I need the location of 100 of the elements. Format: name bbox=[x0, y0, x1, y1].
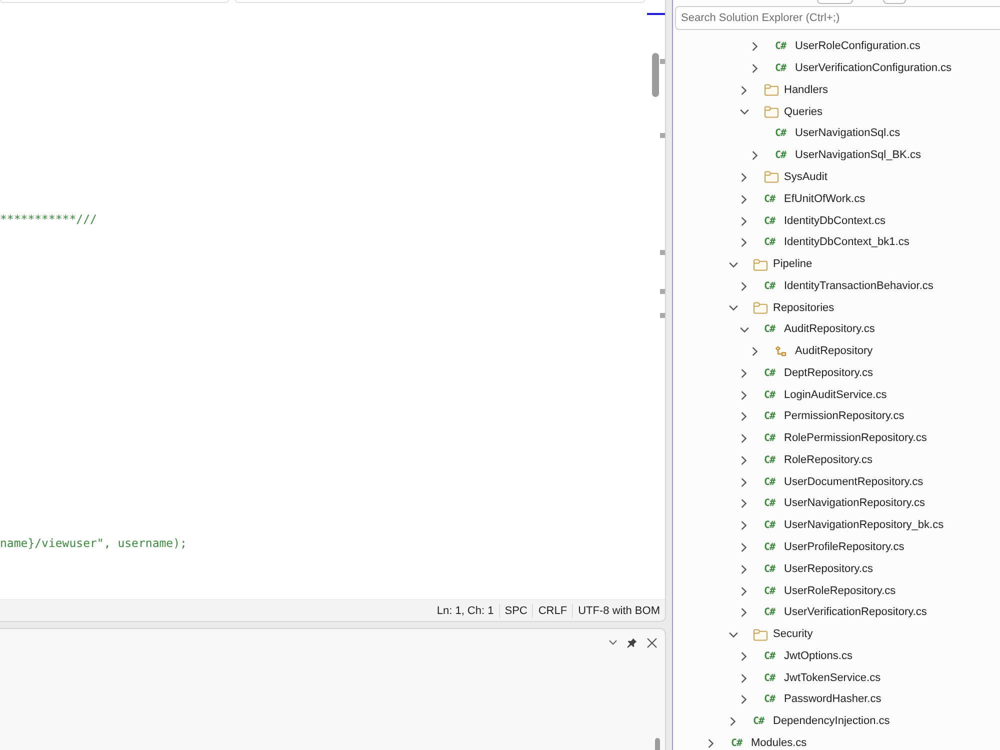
tree-item[interactable]: AuditRepository bbox=[794, 344, 874, 360]
tree-item[interactable]: Security bbox=[772, 627, 814, 642]
tree-item[interactable]: PermissionRepository.cs bbox=[783, 409, 906, 424]
chevron-down-icon[interactable] bbox=[728, 262, 738, 268]
chevron-down-icon[interactable] bbox=[609, 640, 617, 645]
tree-item[interactable]: DependencyInjection.cs bbox=[772, 714, 891, 730]
chevron-right-icon[interactable] bbox=[741, 478, 747, 487]
close-icon[interactable] bbox=[647, 638, 657, 648]
chevron-right-icon[interactable] bbox=[752, 42, 758, 52]
pin-icon[interactable] bbox=[627, 638, 637, 648]
chevron-right-icon[interactable] bbox=[752, 347, 758, 356]
chevron-right-icon[interactable] bbox=[741, 586, 747, 596]
search-field[interactable]: Search Solution Explorer (Ctrl+;) bbox=[675, 6, 1000, 30]
tree-item[interactable]: Queries bbox=[783, 104, 824, 120]
chevron-right-icon[interactable] bbox=[741, 194, 747, 204]
chevron-right-icon[interactable] bbox=[741, 238, 747, 248]
chevron-right-icon[interactable] bbox=[741, 86, 747, 95]
file-type-label: C# bbox=[764, 694, 776, 706]
tree-item[interactable]: Modules.cs bbox=[750, 736, 808, 750]
tree-item[interactable]: UserRoleRepository.cs bbox=[783, 584, 897, 599]
scrollbar-thumb[interactable] bbox=[652, 53, 659, 97]
file-type-label: C# bbox=[753, 716, 764, 728]
tree-item[interactable]: UserNavigationRepository.cs bbox=[783, 496, 926, 512]
tree-item[interactable]: LoginAuditService.cs bbox=[783, 388, 888, 403]
file-type-label: C# bbox=[764, 454, 776, 466]
scroll-marker bbox=[660, 59, 665, 64]
folder-icon bbox=[753, 628, 768, 641]
status-bar-item[interactable]: Ln: 1, Ch: 1 bbox=[432, 604, 499, 618]
tree-item[interactable]: JwtTokenService.cs bbox=[783, 670, 882, 686]
file-type-label: C# bbox=[764, 476, 776, 488]
chevron-right-icon[interactable] bbox=[741, 390, 747, 400]
tree-item[interactable]: UserProfileRepository.cs bbox=[783, 540, 906, 555]
chevron-right-icon[interactable] bbox=[741, 216, 747, 226]
chevron-down-icon[interactable] bbox=[740, 109, 748, 116]
scroll-marker bbox=[660, 133, 665, 138]
tree-item[interactable]: UserNavigationRepository_bk.cs bbox=[783, 518, 945, 534]
chevron-down-icon[interactable] bbox=[740, 326, 748, 333]
chevron-right-icon[interactable] bbox=[741, 521, 747, 530]
tree-item[interactable]: RolePermissionRepository.cs bbox=[783, 431, 928, 446]
chevron-right-icon[interactable] bbox=[741, 434, 747, 444]
folder-icon bbox=[764, 84, 779, 96]
status-bar-item[interactable]: SPC bbox=[498, 604, 532, 618]
tree-item[interactable]: UserRepository.cs bbox=[783, 562, 874, 577]
file-type-label: C# bbox=[775, 63, 786, 74]
scroll-marker bbox=[660, 250, 665, 255]
tree-item[interactable]: IdentityDbContext.cs bbox=[783, 214, 886, 228]
file-type-label: C# bbox=[764, 586, 776, 597]
tree-item[interactable]: RoleRepository.cs bbox=[783, 452, 874, 468]
tree-item[interactable]: UserVerificationRepository.cs bbox=[783, 605, 928, 620]
code-line: name}/viewuser", username); bbox=[0, 535, 187, 552]
file-type-label: C# bbox=[764, 280, 776, 292]
tree-item[interactable]: UserVerificationConfiguration.cs bbox=[794, 61, 953, 76]
tree-item[interactable]: AuditRepository.cs bbox=[783, 322, 876, 338]
file-type-label: C# bbox=[764, 564, 776, 575]
chevron-down-icon[interactable] bbox=[728, 632, 738, 638]
folder-icon bbox=[753, 302, 768, 314]
file-type-label: C# bbox=[764, 324, 776, 336]
tree-item[interactable]: IdentityDbContext_bk1.cs bbox=[783, 235, 910, 250]
tree-item[interactable]: EfUnitOfWork.cs bbox=[783, 192, 866, 207]
chevron-right-icon[interactable] bbox=[752, 151, 758, 160]
tree-item[interactable]: JwtOptions.cs bbox=[783, 648, 854, 664]
chevron-right-icon[interactable] bbox=[741, 674, 747, 683]
tree-item[interactable]: UserNavigationSql.cs bbox=[794, 126, 902, 142]
status-bar-item[interactable]: UTF-8 with BOM bbox=[572, 604, 665, 618]
chevron-right-icon[interactable] bbox=[741, 282, 747, 291]
file-type-label: C# bbox=[764, 542, 776, 553]
chevron-right-icon[interactable] bbox=[741, 695, 747, 704]
tree-item[interactable]: DeptRepository.cs bbox=[783, 366, 874, 381]
file-type-label: C# bbox=[764, 368, 776, 379]
tree-item[interactable]: UserNavigationSql_BK.cs bbox=[794, 148, 922, 164]
chevron-right-icon[interactable] bbox=[741, 564, 747, 574]
chevron-right-icon[interactable] bbox=[741, 652, 747, 661]
chevron-right-icon[interactable] bbox=[741, 456, 747, 465]
file-type-label: C# bbox=[764, 433, 776, 444]
tree-item[interactable]: IdentityTransactionBehavior.cs bbox=[783, 278, 934, 294]
file-type-label: C# bbox=[775, 128, 786, 140]
chevron-down-icon[interactable] bbox=[728, 305, 738, 312]
file-type-label: C# bbox=[731, 738, 742, 749]
chevron-right-icon[interactable] bbox=[730, 717, 736, 726]
tree-item[interactable]: PasswordHasher.cs bbox=[783, 692, 882, 708]
chevron-right-icon[interactable] bbox=[741, 412, 747, 422]
scrollbar-thumb[interactable] bbox=[655, 738, 660, 750]
tree-item[interactable]: Repositories bbox=[772, 300, 836, 316]
tree-item[interactable]: UserRoleConfiguration.cs bbox=[794, 39, 922, 54]
chevron-right-icon[interactable] bbox=[741, 368, 747, 378]
chevron-right-icon[interactable] bbox=[708, 738, 714, 748]
chevron-right-icon[interactable] bbox=[741, 542, 747, 552]
file-type-label: C# bbox=[775, 41, 786, 52]
status-bar-item[interactable]: CRLF bbox=[532, 604, 572, 618]
chevron-right-icon[interactable] bbox=[741, 608, 747, 618]
tree-item[interactable]: Handlers bbox=[783, 82, 830, 98]
tree-item[interactable]: UserDocumentRepository.cs bbox=[783, 474, 924, 490]
chevron-right-icon[interactable] bbox=[741, 499, 747, 508]
code-line: ***********/// bbox=[0, 211, 97, 228]
chevron-right-icon[interactable] bbox=[741, 172, 747, 182]
tree-item[interactable]: Pipeline bbox=[772, 257, 814, 272]
scroll-marker bbox=[660, 289, 665, 294]
tree-item[interactable]: SysAudit bbox=[783, 170, 828, 185]
chevron-right-icon[interactable] bbox=[752, 64, 758, 74]
file-type-label: C# bbox=[764, 672, 776, 684]
